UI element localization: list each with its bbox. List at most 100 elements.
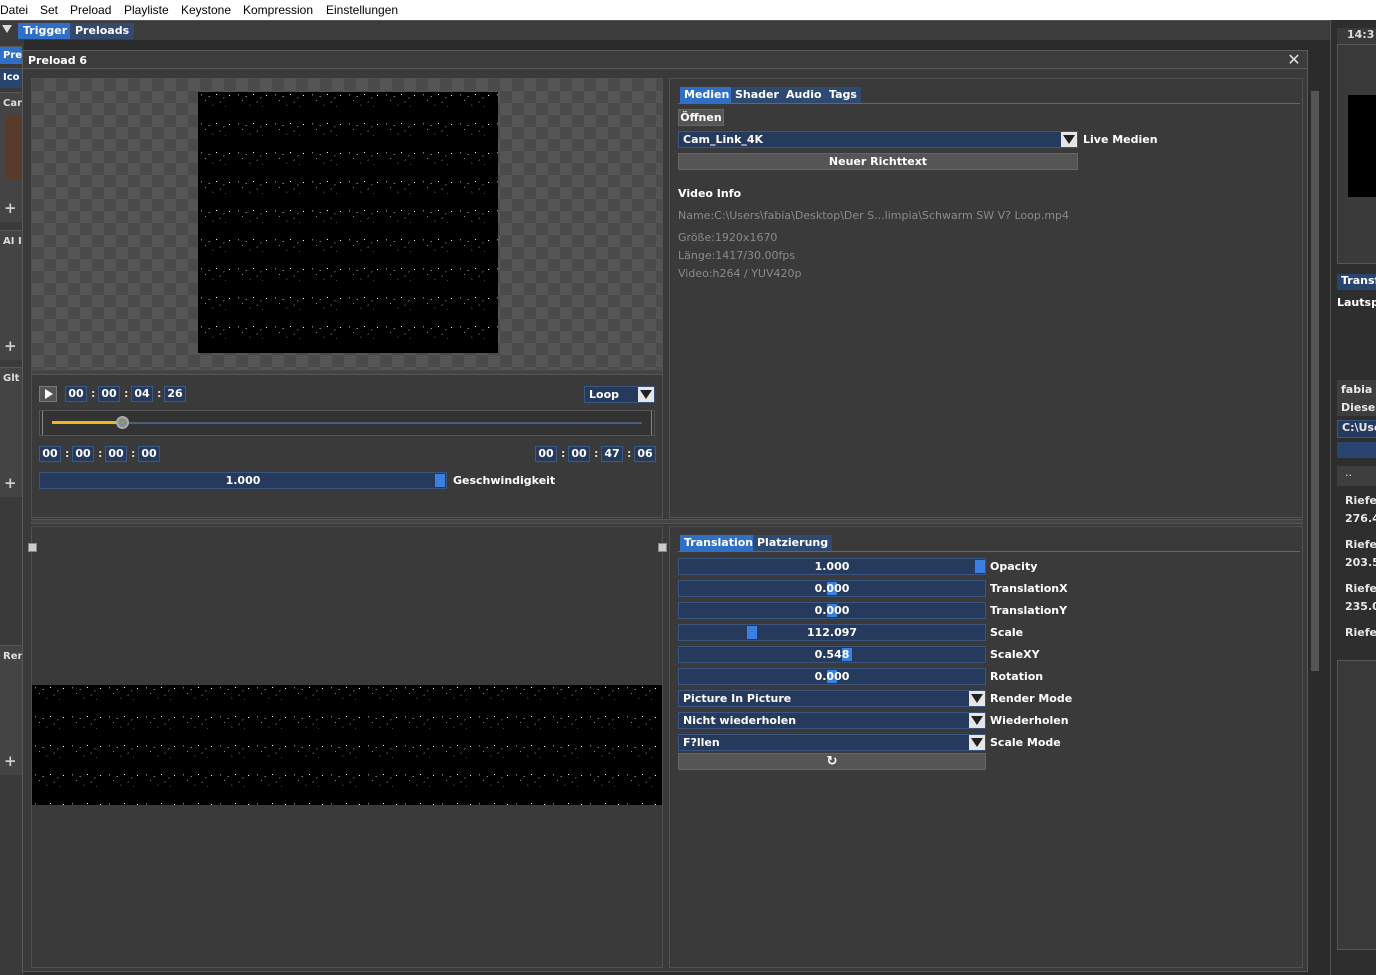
- new-richtext-button[interactable]: Neuer Richttext: [678, 153, 1078, 170]
- play-button[interactable]: [39, 386, 57, 402]
- menu-set[interactable]: Set: [40, 3, 58, 17]
- video-info-length: Länge:1417/30.00fps: [678, 249, 796, 262]
- vertical-scrollbar[interactable]: [1311, 91, 1319, 671]
- tab-trigger[interactable]: Trigger: [18, 23, 73, 39]
- preview-canvas[interactable]: [32, 79, 662, 369]
- param-label: Scale: [990, 626, 1024, 639]
- video-info-size: Größe:1920x1670: [678, 231, 778, 244]
- parent-dir[interactable]: ..: [1337, 466, 1376, 486]
- end-frames[interactable]: 06: [634, 446, 656, 462]
- add-icon[interactable]: +: [4, 752, 17, 770]
- thumbnail[interactable]: [6, 115, 22, 179]
- tab-medien[interactable]: Medien: [680, 87, 734, 103]
- tab-tags[interactable]: Tags: [825, 87, 861, 103]
- left-tab-pre[interactable]: Pre: [0, 46, 22, 64]
- add-icon[interactable]: +: [4, 199, 17, 217]
- select-scale-mode[interactable]: F?llen: [678, 734, 986, 751]
- time-minutes[interactable]: 00: [98, 386, 120, 402]
- select-render-mode[interactable]: Picture In Picture: [678, 690, 986, 707]
- param-slider-opacity[interactable]: 1.000: [678, 558, 986, 575]
- collapse-icon[interactable]: [2, 25, 12, 33]
- close-icon[interactable]: ✕: [1285, 51, 1303, 69]
- out-marker[interactable]: [644, 411, 652, 435]
- timeline-playhead[interactable]: [116, 416, 129, 429]
- tab-shader[interactable]: Shader: [731, 87, 783, 103]
- path-bar[interactable]: [1337, 442, 1376, 458]
- in-marker[interactable]: [42, 411, 50, 435]
- tab-audio[interactable]: Audio: [782, 87, 826, 103]
- menu-playliste[interactable]: Playliste: [124, 3, 169, 17]
- slider-handle[interactable]: [435, 474, 445, 487]
- time-separator: :: [131, 447, 136, 460]
- add-icon[interactable]: +: [4, 337, 17, 355]
- select-label: Render Mode: [990, 692, 1073, 705]
- time-separator: :: [157, 387, 162, 400]
- file-value: 276.4: [1345, 512, 1376, 525]
- time-separator: :: [594, 447, 599, 460]
- left-group-car: Car +: [0, 92, 22, 222]
- output-preview-image[interactable]: [32, 685, 662, 805]
- time-separator: :: [91, 387, 96, 400]
- end-seconds[interactable]: 47: [601, 446, 623, 462]
- lautspr-label: Lautspr: [1337, 296, 1376, 309]
- left-group-ai: AI I +: [0, 230, 22, 360]
- param-slider-translationy[interactable]: 0.000: [678, 602, 986, 619]
- tab-transf[interactable]: Transf: [1337, 274, 1376, 290]
- dialog-titlebar[interactable]: Preload 6 ✕: [23, 51, 1307, 69]
- chevron-down-icon: [638, 387, 654, 402]
- time-separator: :: [561, 447, 566, 460]
- menu-preload[interactable]: Preload: [70, 3, 111, 17]
- tab-underline: [678, 551, 1300, 552]
- tab-preloads[interactable]: Preloads: [70, 23, 135, 39]
- time-separator: :: [627, 447, 632, 460]
- reset-button[interactable]: ↻: [678, 753, 986, 770]
- tab-translation[interactable]: Translation: [680, 535, 758, 551]
- tab-platzierung[interactable]: Platzierung: [753, 535, 833, 551]
- start-hours[interactable]: 00: [39, 446, 61, 462]
- path-field[interactable]: C:\Use: [1337, 420, 1376, 438]
- end-hours[interactable]: 00: [535, 446, 557, 462]
- select-label: Wiederholen: [990, 714, 1069, 727]
- menu-datei[interactable]: Datei: [0, 3, 28, 17]
- horizontal-splitter[interactable]: [31, 519, 1303, 524]
- end-minutes[interactable]: 00: [568, 446, 590, 462]
- param-slider-scalexy[interactable]: 0.548: [678, 646, 986, 663]
- select-wiederholen[interactable]: Nicht wiederholen: [678, 712, 986, 729]
- file-name[interactable]: Riefer: [1345, 626, 1376, 639]
- time-frames[interactable]: 26: [164, 386, 186, 402]
- start-minutes[interactable]: 00: [72, 446, 94, 462]
- media-source-select[interactable]: Cam_Link_4K: [678, 131, 1078, 148]
- corner-handle[interactable]: [28, 543, 37, 552]
- timeline[interactable]: [39, 410, 655, 436]
- param-value: 0.548: [814, 648, 850, 661]
- reset-icon: ↻: [826, 754, 838, 769]
- live-media-label: Live Medien: [1083, 133, 1158, 146]
- time-hours[interactable]: 00: [65, 386, 87, 402]
- splitter[interactable]: [32, 369, 662, 375]
- param-slider-rotation[interactable]: 0.000: [678, 668, 986, 685]
- time-seconds[interactable]: 04: [131, 386, 153, 402]
- param-slider-translationx[interactable]: 0.000: [678, 580, 986, 597]
- add-icon[interactable]: +: [4, 474, 17, 492]
- speed-slider[interactable]: 1.000: [39, 472, 447, 489]
- menu-einstellungen[interactable]: Einstellungen: [326, 3, 398, 17]
- param-label: Opacity: [990, 560, 1038, 573]
- file-name[interactable]: Riefer: [1345, 538, 1376, 551]
- chevron-down-icon: [969, 735, 985, 750]
- corner-handle[interactable]: [658, 543, 667, 552]
- start-seconds[interactable]: 00: [105, 446, 127, 462]
- preview-image: [1348, 95, 1376, 197]
- menu-kompression[interactable]: Kompression: [243, 3, 313, 17]
- file-name[interactable]: Riefer: [1345, 582, 1376, 595]
- transform-panel: Translation Platzierung 1.000 Opacity 0.00…: [669, 526, 1303, 968]
- chevron-down-icon: [969, 713, 985, 728]
- start-frames[interactable]: 00: [138, 446, 160, 462]
- open-button[interactable]: Öffnen: [678, 109, 724, 126]
- file-name[interactable]: Riefer: [1345, 494, 1376, 507]
- param-slider-scale[interactable]: 112.097: [678, 624, 986, 641]
- left-group-ren: Ren +: [0, 645, 25, 775]
- loop-mode-select[interactable]: Loop: [584, 386, 655, 403]
- select-label: Scale Mode: [990, 736, 1061, 749]
- placement-panel: [28, 526, 667, 968]
- menu-keystone[interactable]: Keystone: [181, 3, 231, 17]
